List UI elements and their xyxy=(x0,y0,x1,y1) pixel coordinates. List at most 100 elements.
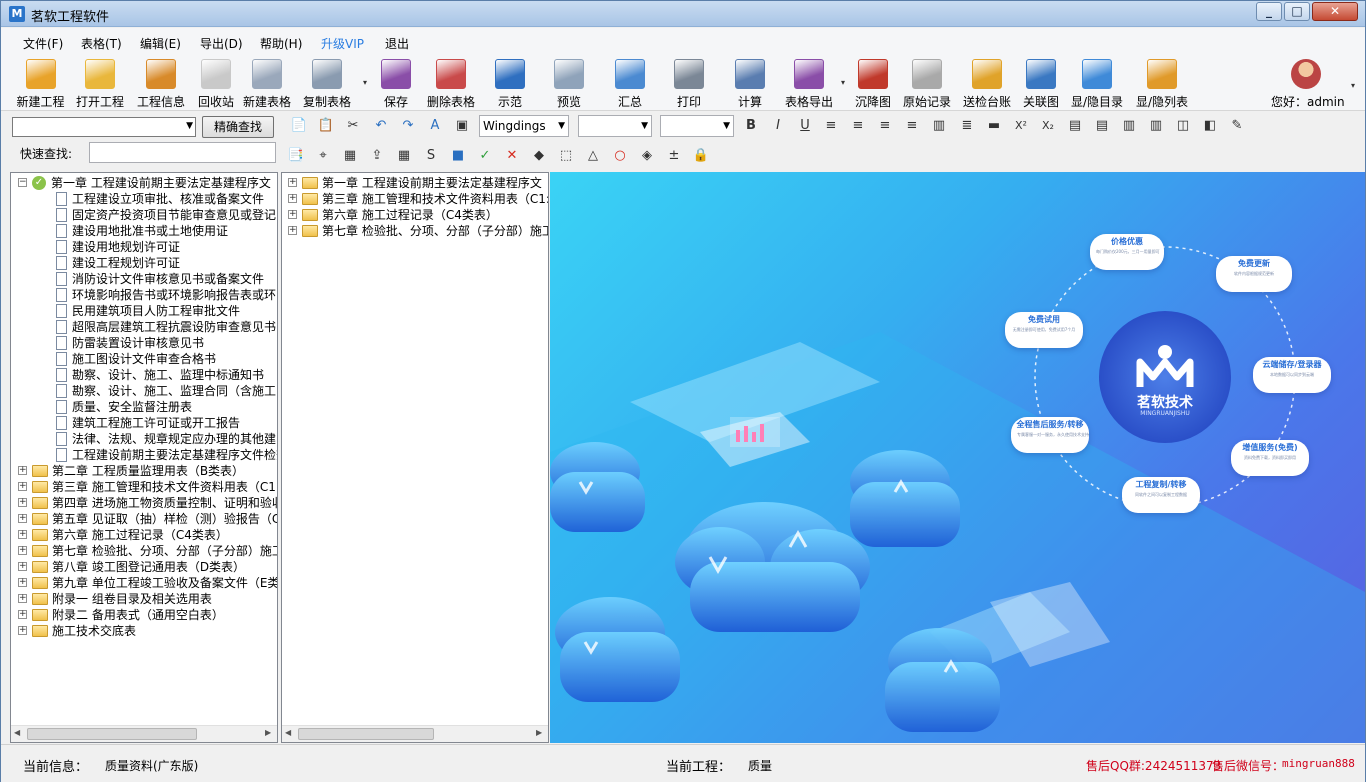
toolbar-button-14[interactable]: 表格导出 xyxy=(783,59,835,109)
bold-icon[interactable]: B xyxy=(742,117,760,135)
strikethrough-icon[interactable]: S xyxy=(422,147,440,165)
font-size-select[interactable]: ▼ xyxy=(578,115,652,137)
tree-folder-item[interactable]: + 第八章 竣工图登记通用表（D类表） xyxy=(11,559,277,575)
tree-folder-item[interactable]: + 第六章 施工过程记录（C4类表） xyxy=(11,527,277,543)
eraser-icon[interactable]: ◆ xyxy=(530,147,548,165)
expand-icon[interactable]: + xyxy=(18,594,27,603)
minimize-button[interactable]: _ xyxy=(1256,2,1282,21)
tree-leaf-item[interactable]: 防雷装置设计审核意见书 xyxy=(11,335,277,351)
expand-icon[interactable]: + xyxy=(288,194,297,203)
collapse-icon[interactable]: − xyxy=(18,178,27,187)
italic-icon[interactable]: I xyxy=(769,117,787,135)
circle-icon[interactable]: ○ xyxy=(611,147,629,165)
delete-column-icon[interactable]: ▥ xyxy=(1147,117,1165,135)
tree-leaf-item[interactable]: 质量、安全监督注册表 xyxy=(11,399,277,415)
mid-horizontal-scrollbar[interactable]: ◀ ▶ xyxy=(282,725,548,742)
menu-exit[interactable]: 退出 xyxy=(385,35,409,52)
expand-icon[interactable]: + xyxy=(18,562,27,571)
left-horizontal-scrollbar[interactable]: ◀ ▶ xyxy=(11,725,277,742)
expand-icon[interactable]: + xyxy=(288,178,297,187)
scroll-right-icon[interactable]: ▶ xyxy=(265,728,271,737)
dropdown-arrow-icon[interactable]: ▾ xyxy=(841,78,845,87)
toolbar-button-8[interactable]: 删除表格 xyxy=(425,59,477,109)
tree-leaf-item[interactable]: 工程建设前期主要法定基建程序文件检查表 xyxy=(11,447,277,463)
font-style-select[interactable]: ▼ xyxy=(660,115,734,137)
expand-icon[interactable]: + xyxy=(288,210,297,219)
tree-leaf-item[interactable]: 环境影响报告书或环境影响报告表或环 xyxy=(11,287,277,303)
tree-folder-item[interactable]: + 施工技术交底表 xyxy=(11,623,277,639)
insert-row-icon[interactable]: ▤ xyxy=(1066,117,1084,135)
toolbar-button-3[interactable]: 工程信息 xyxy=(135,59,187,109)
scroll-left-icon[interactable]: ◀ xyxy=(285,728,291,737)
new-doc-icon[interactable]: 📄 xyxy=(290,117,308,135)
border-icon[interactable]: ▬ xyxy=(985,117,1003,135)
tree-folder-item[interactable]: + 第一章 工程建设前期主要法定基建程序文 xyxy=(282,175,548,191)
lock-icon[interactable]: 🔒 xyxy=(692,147,710,165)
search-scope-select[interactable]: ▼ xyxy=(12,117,196,137)
align-center-icon[interactable]: ≡ xyxy=(849,117,867,135)
tree-leaf-item[interactable]: 勘察、设计、施工、监理中标通知书 xyxy=(11,367,277,383)
superscript-icon[interactable]: X² xyxy=(1012,117,1030,135)
tree-folder-item[interactable]: + 第七章 检验批、分项、分部（子分部）施工 xyxy=(282,223,548,239)
menu-file[interactable]: 文件(F) xyxy=(23,35,63,52)
delete-row-icon[interactable]: ▤ xyxy=(1093,117,1111,135)
justify-icon[interactable]: ≡ xyxy=(903,117,921,135)
tree-leaf-item[interactable]: 工程建设立项审批、核准或备案文件 xyxy=(11,191,277,207)
expand-icon[interactable]: + xyxy=(18,578,27,587)
menu-help[interactable]: 帮助(H) xyxy=(260,35,302,52)
subscript-icon[interactable]: X₂ xyxy=(1039,117,1057,135)
tree-leaf-item[interactable]: 固定资产投资项目节能审查意见或登记 xyxy=(11,207,277,223)
merge-cells-icon[interactable]: ◫ xyxy=(1174,117,1192,135)
triangle-icon[interactable]: △ xyxy=(584,147,602,165)
undo-icon[interactable]: ↶ xyxy=(372,117,390,135)
expand-icon[interactable]: + xyxy=(18,530,27,539)
toolbar-button-10[interactable]: 预览 xyxy=(554,59,584,109)
paste-icon[interactable]: 📋 xyxy=(317,117,335,135)
tree-leaf-item[interactable]: 建设用地批准书或土地使用证 xyxy=(11,223,277,239)
underline-icon[interactable]: U xyxy=(796,117,814,135)
expand-icon[interactable]: + xyxy=(18,626,27,635)
quick-search-input[interactable] xyxy=(89,142,276,163)
comment-icon[interactable]: ■ xyxy=(449,147,467,165)
toolbar-button-6[interactable]: 复制表格 xyxy=(301,59,353,109)
toolbar-button-11[interactable]: 汇总 xyxy=(615,59,645,109)
dropdown-arrow-icon[interactable]: ▾ xyxy=(363,78,367,87)
tree-folder-item[interactable]: + 第二章 工程质量监理用表（B类表） xyxy=(11,463,277,479)
tree-leaf-item[interactable]: 建设工程规划许可证 xyxy=(11,255,277,271)
font-color-icon[interactable]: A xyxy=(426,117,444,135)
tree-leaf-item[interactable]: 民用建筑项目人防工程审批文件 xyxy=(11,303,277,319)
exact-search-button[interactable]: 精确查找 xyxy=(202,116,274,138)
tree-folder-item[interactable]: − ✓ 第一章 工程建设前期主要法定基建程序文 xyxy=(11,175,277,191)
toolbar-overflow-icon[interactable]: ▾ xyxy=(1351,81,1355,90)
insert-symbol-icon[interactable]: ± xyxy=(665,147,683,165)
import-icon[interactable]: ⇪ xyxy=(368,147,386,165)
toolbar-button-12[interactable]: 打印 xyxy=(674,59,704,109)
cross-mark-icon[interactable]: ✕ xyxy=(503,147,521,165)
tree-folder-item[interactable]: + 第三章 施工管理和技术文件资料用表（C1: xyxy=(11,479,277,495)
insert-image-icon[interactable]: ▣ xyxy=(453,117,471,135)
align-left-icon[interactable]: ≡ xyxy=(822,117,840,135)
tool-icon[interactable]: ⌖ xyxy=(314,147,332,165)
tree-folder-item[interactable]: + 第六章 施工过程记录（C4类表） xyxy=(282,207,548,223)
check-mark-icon[interactable]: ✓ xyxy=(476,147,494,165)
barcode-icon[interactable]: ▥ xyxy=(930,117,948,135)
scroll-left-icon[interactable]: ◀ xyxy=(14,728,20,737)
tree-folder-item[interactable]: + 第四章 进场施工物资质量控制、证明和验收 xyxy=(11,495,277,511)
toolbar-button-15[interactable]: 沉降图 xyxy=(853,59,893,109)
close-button[interactable]: ✕ xyxy=(1312,2,1358,21)
format-painter-icon[interactable]: ✎ xyxy=(1228,117,1246,135)
grid-icon[interactable]: ▦ xyxy=(341,147,359,165)
stamp-icon[interactable]: ◈ xyxy=(638,147,656,165)
tree-leaf-item[interactable]: 勘察、设计、施工、监理合同（含施工 xyxy=(11,383,277,399)
tree-folder-item[interactable]: + 附录二 备用表式（通用空白表） xyxy=(11,607,277,623)
tree-leaf-item[interactable]: 建设用地规划许可证 xyxy=(11,239,277,255)
toolbar-button-5[interactable]: 新建表格 xyxy=(241,59,293,109)
toolbar-button-7[interactable]: 保存 xyxy=(381,59,411,109)
tree-leaf-item[interactable]: 建筑工程施工许可证或开工报告 xyxy=(11,415,277,431)
scrollbar-thumb[interactable] xyxy=(27,728,197,740)
insert-column-icon[interactable]: ▥ xyxy=(1120,117,1138,135)
tree-leaf-item[interactable]: 施工图设计文件审查合格书 xyxy=(11,351,277,367)
scrollbar-thumb[interactable] xyxy=(298,728,434,740)
expand-icon[interactable]: + xyxy=(18,466,27,475)
calendar-icon[interactable]: ▦ xyxy=(395,147,413,165)
